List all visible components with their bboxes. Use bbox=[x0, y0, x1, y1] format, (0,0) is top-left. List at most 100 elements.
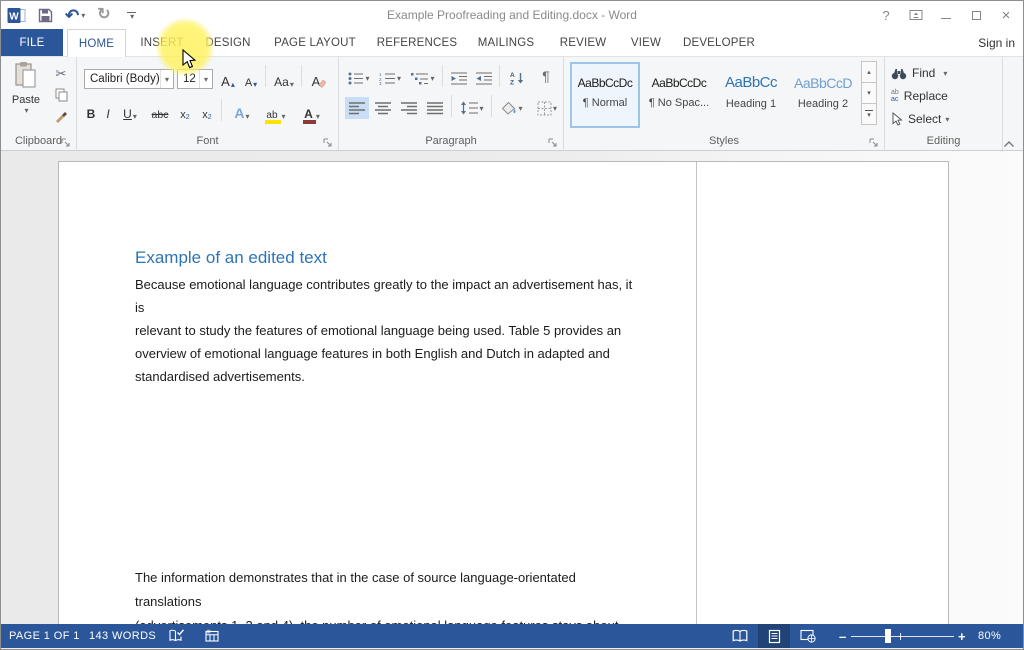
align-right-button[interactable] bbox=[397, 97, 421, 119]
undo-dropdown-icon[interactable]: ▾ bbox=[81, 11, 85, 20]
font-name-dropdown-icon[interactable]: ▾ bbox=[160, 70, 173, 88]
zoom-slider-thumb[interactable] bbox=[885, 629, 891, 643]
shading-button[interactable]: ▾ bbox=[496, 97, 528, 119]
highlight-color-button[interactable]: ab ▾ bbox=[259, 101, 293, 121]
increase-indent-button[interactable] bbox=[472, 67, 496, 89]
tab-review[interactable]: REVIEW bbox=[551, 29, 615, 56]
borders-icon bbox=[537, 101, 552, 116]
select-button[interactable]: Select ▾ bbox=[891, 109, 949, 129]
tab-insert[interactable]: INSERT bbox=[135, 29, 189, 56]
font-size-combo[interactable]: 12 ▾ bbox=[177, 69, 213, 89]
find-button[interactable]: Find ▾ bbox=[891, 63, 947, 83]
tab-file[interactable]: FILE bbox=[1, 29, 63, 56]
collapse-ribbon-chevron-icon bbox=[1003, 140, 1015, 148]
clipboard-dialog-launcher[interactable] bbox=[61, 135, 73, 147]
align-left-icon bbox=[349, 102, 365, 115]
redo-button[interactable]: ↻ bbox=[91, 3, 116, 27]
line-spacing-button[interactable]: ▾ bbox=[456, 97, 488, 119]
maximize-button[interactable] bbox=[961, 2, 991, 28]
ribbon-display-options-button[interactable] bbox=[901, 2, 931, 28]
tab-developer[interactable]: DEVELOPER bbox=[679, 29, 759, 56]
paragraph-dialog-launcher[interactable] bbox=[548, 135, 560, 147]
bold-button[interactable]: B bbox=[83, 101, 99, 121]
tab-design[interactable]: DESIGN bbox=[199, 29, 257, 56]
macro-recording-button[interactable] bbox=[199, 624, 225, 648]
shrink-font-button[interactable]: A▾ bbox=[240, 69, 262, 89]
tab-mailings[interactable]: MAILINGS bbox=[469, 29, 543, 56]
style-no-spacing[interactable]: AaBbCcDc ¶ No Spac... bbox=[644, 62, 714, 128]
paste-dropdown-icon[interactable]: ▾ bbox=[7, 106, 46, 115]
superscript-button[interactable]: x2 bbox=[197, 101, 217, 121]
style-heading-1[interactable]: AaBbCc Heading 1 bbox=[716, 62, 786, 128]
multilevel-list-icon bbox=[411, 72, 429, 85]
tab-page-layout[interactable]: PAGE LAYOUT bbox=[267, 29, 363, 56]
find-binoculars-icon bbox=[891, 67, 907, 80]
read-mode-button[interactable] bbox=[724, 624, 756, 648]
tab-view[interactable]: VIEW bbox=[621, 29, 671, 56]
clear-formatting-button[interactable]: A bbox=[307, 69, 331, 89]
collapse-ribbon-button[interactable] bbox=[1003, 135, 1017, 145]
font-size-dropdown-icon[interactable]: ▾ bbox=[199, 70, 212, 88]
justify-button[interactable] bbox=[423, 97, 447, 119]
status-bar: PAGE 1 OF 1 143 WORDS bbox=[1, 624, 1023, 648]
font-name-combo[interactable]: Calibri (Body) ▾ bbox=[84, 69, 174, 89]
decrease-indent-button[interactable] bbox=[447, 67, 471, 89]
highlight-color-swatch bbox=[265, 120, 281, 124]
minimize-button[interactable] bbox=[931, 2, 961, 28]
styles-scroll-down-button[interactable]: ▾ bbox=[861, 82, 877, 104]
multilevel-list-button[interactable]: ▾ bbox=[407, 67, 439, 89]
strikethrough-button[interactable]: abc bbox=[147, 101, 173, 121]
zoom-slider-track[interactable] bbox=[851, 636, 954, 637]
grow-font-button[interactable]: A▴ bbox=[217, 69, 239, 89]
proofing-status-button[interactable] bbox=[163, 624, 189, 648]
style-normal[interactable]: AaBbCcDc ¶ Normal bbox=[570, 62, 640, 128]
cut-button[interactable]: ✂ bbox=[49, 63, 73, 84]
tab-home[interactable]: HOME bbox=[67, 29, 126, 57]
sign-in-link[interactable]: Sign in bbox=[978, 29, 1015, 56]
zoom-in-button[interactable]: + bbox=[958, 624, 966, 648]
customize-quick-access-button[interactable]: ▾ bbox=[117, 3, 142, 27]
styles-scroll-up-button[interactable]: ▴ bbox=[861, 61, 877, 83]
style-heading-2[interactable]: AaBbCcD Heading 2 bbox=[788, 62, 858, 128]
show-hide-paragraph-marks-button[interactable]: ¶ bbox=[535, 65, 557, 87]
document-page[interactable]: Example of an edited text Because emotio… bbox=[58, 161, 949, 624]
format-painter-button[interactable] bbox=[49, 105, 73, 126]
save-button[interactable] bbox=[32, 3, 59, 27]
help-button[interactable]: ? bbox=[871, 2, 901, 28]
numbering-button[interactable]: 123 ▾ bbox=[375, 67, 405, 89]
zoom-level[interactable]: 80% bbox=[978, 624, 1001, 648]
underline-button[interactable]: U▾ bbox=[117, 101, 143, 121]
styles-dialog-launcher[interactable] bbox=[869, 135, 881, 147]
change-case-button[interactable]: Aa▾ bbox=[269, 69, 299, 89]
line-spacing-icon bbox=[460, 101, 478, 115]
styles-gallery-more-button[interactable]: ▾ bbox=[861, 103, 877, 125]
undo-button[interactable]: ↶ ▾ bbox=[59, 3, 91, 27]
font-color-button[interactable]: A ▾ bbox=[297, 101, 327, 121]
copy-button[interactable] bbox=[49, 84, 73, 105]
align-center-button[interactable] bbox=[371, 97, 395, 119]
svg-text:A: A bbox=[510, 72, 515, 79]
zoom-100-tick bbox=[900, 633, 901, 640]
web-layout-button[interactable] bbox=[792, 624, 824, 648]
close-button[interactable]: × bbox=[991, 2, 1021, 28]
page-indicator[interactable]: PAGE 1 OF 1 bbox=[9, 624, 80, 648]
replace-button[interactable]: abac Replace bbox=[891, 86, 948, 106]
ribbon-tab-row: FILE HOME INSERT DESIGN PAGE LAYOUT REFE… bbox=[1, 29, 1023, 56]
text-effects-button[interactable]: A▾ bbox=[227, 101, 257, 121]
tab-references[interactable]: REFERENCES bbox=[373, 29, 461, 56]
sort-button[interactable]: A Z bbox=[504, 67, 530, 89]
paste-button[interactable]: Paste ▾ bbox=[6, 61, 46, 133]
word-count-indicator[interactable]: 143 WORDS bbox=[89, 624, 156, 648]
font-dialog-launcher[interactable] bbox=[323, 135, 335, 147]
italic-button[interactable]: I bbox=[101, 101, 115, 121]
print-layout-button[interactable] bbox=[758, 624, 790, 648]
clipboard-group: Paste ▾ ✂ Clipboard bbox=[1, 57, 77, 150]
font-color-dropdown-icon: ▾ bbox=[316, 112, 320, 121]
borders-button[interactable]: ▾ bbox=[531, 97, 563, 119]
zoom-out-button[interactable]: – bbox=[839, 624, 846, 648]
ribbon-display-options-icon bbox=[909, 9, 923, 21]
sort-icon: A Z bbox=[510, 71, 525, 85]
align-left-button[interactable] bbox=[345, 97, 369, 119]
subscript-button[interactable]: x2 bbox=[175, 101, 195, 121]
bullets-button[interactable]: ▾ bbox=[345, 67, 373, 89]
